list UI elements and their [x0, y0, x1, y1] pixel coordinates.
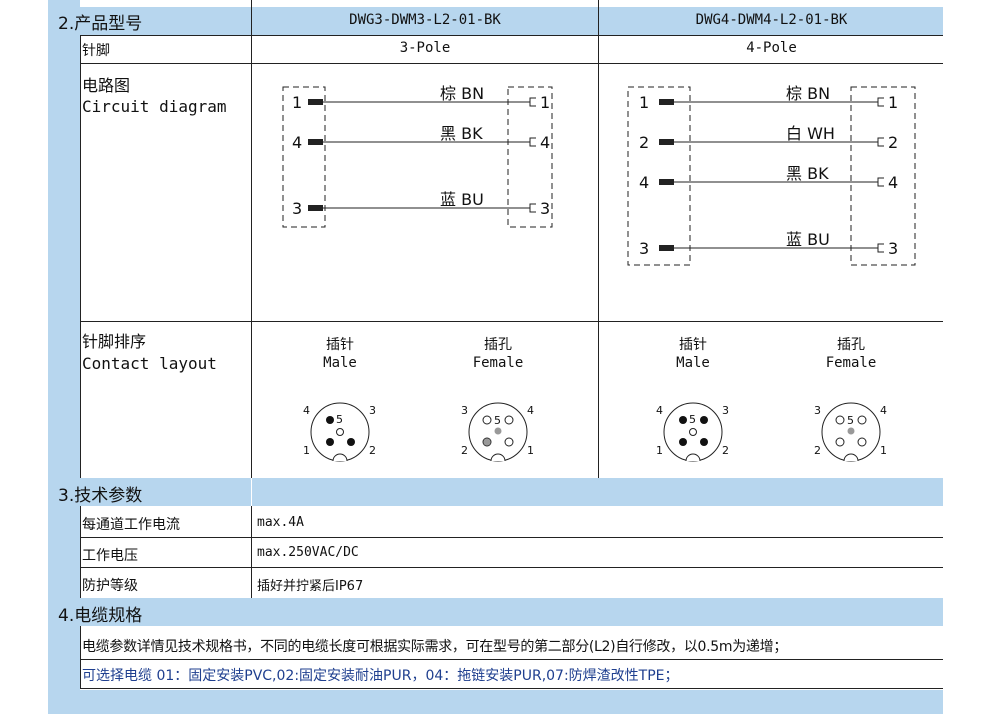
- male-4-en: Male: [676, 355, 710, 371]
- f3-num-2: 2: [461, 444, 468, 457]
- cable-note-line2: 可选择电缆 01：固定安装PVC,02:固定安装耐油PUR，04：拖链安装PUR…: [82, 668, 679, 684]
- c4-pin-right-1: 1: [888, 93, 898, 112]
- c4-pin-left-2: 2: [639, 133, 649, 152]
- section4-header-band: [48, 598, 943, 626]
- poles-3: 3-Pole: [399, 40, 451, 56]
- female-3-cn: 插孔: [484, 337, 512, 353]
- m3-num-2: 2: [369, 444, 376, 457]
- f4-num-3: 3: [814, 404, 821, 417]
- c4-wire-label-wh: 白 WH: [786, 124, 835, 143]
- poles-4: 4-Pole: [746, 40, 797, 56]
- left-table-line: [80, 35, 81, 478]
- m3-num-3: 3: [369, 404, 376, 417]
- section4-title: 4.电缆规格: [58, 606, 143, 626]
- spec-sheet: 2.产品型号 DWG3-DWM3-L2-01-BK DWG4-DWM4-L2-0…: [48, 0, 943, 714]
- row-line-1: [80, 35, 943, 36]
- c3-pin-right-4: 4: [540, 133, 550, 152]
- c4-pin-right-2: 2: [888, 133, 898, 152]
- female-3-en: Female: [472, 355, 524, 371]
- cable-bottom-line: [80, 688, 943, 689]
- contact-label-en: Contact layout: [82, 354, 217, 373]
- f4-num-5: 5: [847, 414, 854, 427]
- col-divider-1: [251, 0, 252, 478]
- circuit-diagram-4pole: 1 2 4 3 1 2 4 3 棕 BN 白 WH 黑 BK 蓝 BU: [627, 84, 916, 266]
- connector-male-4pole: 4 3 5 1 2: [656, 402, 729, 462]
- m4-num-1: 1: [656, 444, 663, 457]
- c4-wire-label-bn: 棕 BN: [786, 84, 830, 103]
- spec-col-divider: [251, 506, 252, 598]
- m4-num-4: 4: [656, 404, 663, 417]
- spec-row-line-1: [80, 537, 943, 538]
- c3-pin-left-3: 3: [292, 199, 302, 218]
- f4-num-4: 4: [880, 404, 887, 417]
- f3-num-4: 4: [527, 404, 534, 417]
- c3-pin-left-4: 4: [292, 133, 302, 152]
- spec-label-current: 每通道工作电流: [82, 517, 180, 533]
- m3-num-5: 5: [336, 413, 343, 426]
- m4-num-3: 3: [722, 404, 729, 417]
- c3-pin-right-3: 3: [540, 199, 550, 218]
- f4-num-2: 2: [814, 444, 821, 457]
- male-3-en: Male: [323, 355, 357, 371]
- col-divider-2: [598, 0, 599, 478]
- connector-male-3pole: 4 3 5 1 2: [303, 402, 376, 462]
- male-4-cn: 插针: [679, 337, 707, 353]
- section2-title: 2.产品型号: [58, 14, 143, 34]
- row-line-3: [80, 321, 943, 322]
- cable-note-line1: 电缆参数详情见技术规格书，不同的电缆长度可根据实际需求，可在型号的第二部分(L2…: [82, 639, 788, 655]
- contact-label-cn: 针脚排序: [82, 332, 147, 351]
- circuit-label-cn: 电路图: [82, 76, 131, 95]
- m3-num-1: 1: [303, 444, 310, 457]
- c4-pin-left-1: 1: [639, 93, 649, 112]
- c3-wire-label-bu: 蓝 BU: [440, 190, 484, 209]
- spec-left-line: [80, 506, 81, 598]
- female-4-cn: 插孔: [837, 337, 865, 353]
- c3-pin-left-1: 1: [292, 93, 302, 112]
- connector-female-4pole: 3 4 5 2 1: [814, 402, 887, 462]
- f3-num-5: 5: [494, 414, 501, 427]
- connector-female-3pole: 3 4 5 2 1: [461, 402, 534, 462]
- section3-header-divider: [251, 478, 252, 506]
- spec-value-protection: 插好并拧紧后IP67: [257, 579, 364, 594]
- section3-title: 3.技术参数: [58, 486, 143, 506]
- c4-wire-label-bu: 蓝 BU: [786, 230, 830, 249]
- model-3pole: DWG3-DWM3-L2-01-BK: [349, 12, 501, 28]
- cable-row-line: [80, 659, 943, 660]
- c3-wire-label-bn: 棕 BN: [440, 84, 484, 103]
- pin-label: 针脚: [82, 43, 110, 59]
- f4-num-1: 1: [880, 444, 887, 457]
- spec-value-voltage: max.250VAC/DC: [257, 545, 359, 560]
- circuit-diagram-3pole: 1 4 3 1 4 3 棕 BN 黑 BK 蓝 BU: [282, 84, 553, 228]
- m3-num-4: 4: [303, 404, 310, 417]
- m4-num-5: 5: [689, 413, 696, 426]
- circuit-label-en: Circuit diagram: [82, 97, 227, 116]
- spec-label-voltage: 工作电压: [82, 548, 138, 564]
- c4-pin-right-4: 4: [888, 173, 898, 192]
- spec-row-line-2: [80, 567, 943, 568]
- c4-pin-left-4: 4: [639, 173, 649, 192]
- model-4pole: DWG4-DWM4-L2-01-BK: [695, 12, 848, 28]
- c4-wire-label-bk: 黑 BK: [786, 164, 829, 183]
- f3-num-1: 1: [527, 444, 534, 457]
- spec-value-current: max.4A: [257, 515, 304, 530]
- male-3-cn: 插针: [326, 337, 354, 353]
- c3-pin-right-1: 1: [540, 93, 550, 112]
- cable-left-line: [80, 626, 81, 688]
- m4-num-2: 2: [722, 444, 729, 457]
- bottom-band: [48, 690, 943, 714]
- f3-num-3: 3: [461, 404, 468, 417]
- section3-header-band: [48, 478, 943, 506]
- spec-label-protection: 防护等级: [82, 578, 138, 594]
- c3-wire-label-bk: 黑 BK: [440, 124, 483, 143]
- c4-pin-right-3: 3: [888, 239, 898, 258]
- row-line-2: [80, 63, 943, 64]
- female-4-en: Female: [825, 355, 877, 371]
- c4-pin-left-3: 3: [639, 239, 649, 258]
